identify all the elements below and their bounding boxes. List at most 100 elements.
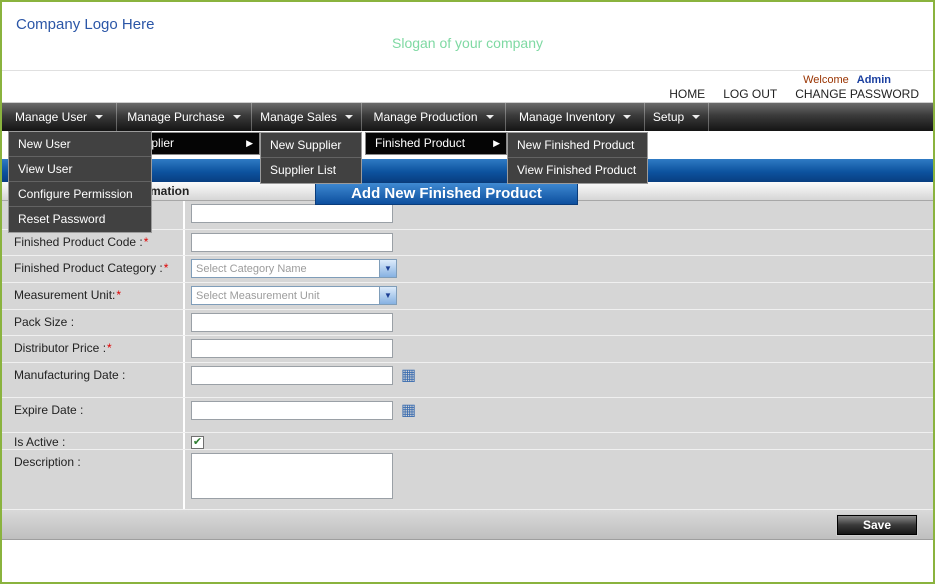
welcome-label: Welcome	[803, 74, 849, 86]
field-cell: ✔	[185, 433, 933, 449]
field-label-text: Distributor Price :	[14, 341, 106, 355]
page-container: Company Logo Here Slogan of your company…	[0, 0, 935, 584]
field-label-text: Expire Date :	[14, 403, 83, 417]
field-cell: ▦	[185, 363, 933, 397]
field-label: Finished Product Category :*	[2, 256, 185, 282]
select-value: Select Category Name	[196, 263, 307, 275]
field-label-text: Finished Product Category :	[14, 261, 163, 275]
field-label-text: Finished Product Code :	[14, 235, 143, 249]
form-row-description: Description :	[2, 450, 933, 510]
form-row-is-active: Is Active : ✔	[2, 433, 933, 450]
distributor-price-input[interactable]	[191, 339, 393, 358]
field-label-text: Pack Size :	[14, 315, 74, 329]
nav-manage-user[interactable]: Manage User	[2, 103, 117, 131]
finished-product-name-input[interactable]	[191, 204, 393, 223]
description-textarea[interactable]	[191, 453, 393, 499]
pack-size-input[interactable]	[191, 313, 393, 332]
menu-item-label: Finished Product	[375, 133, 465, 154]
field-cell: Select Category Name ▼	[185, 256, 933, 282]
change-password-link[interactable]: CHANGE PASSWORD	[795, 87, 919, 101]
menu-item-supplier-list[interactable]: Supplier List	[261, 158, 361, 183]
field-label: Is Active :	[2, 433, 185, 449]
nav-manage-purchase[interactable]: Manage Purchase	[117, 103, 252, 131]
menu-item-reset-password[interactable]: Reset Password	[9, 207, 151, 232]
field-label: Finished Product Code :*	[2, 230, 185, 255]
nav-label: Manage Inventory	[519, 110, 615, 124]
field-label-text: Is Active :	[14, 435, 65, 449]
field-label-text: Manufacturing Date :	[14, 368, 125, 382]
top-bar: Welcome Admin HOME LOG OUT CHANGE PASSWORD	[2, 70, 933, 102]
company-slogan: Slogan of your company	[2, 35, 933, 51]
field-label-text: Measurement Unit:	[14, 288, 115, 302]
form-row-distributor-price: Distributor Price :*	[2, 336, 933, 363]
menu-item-new-supplier[interactable]: New Supplier	[261, 133, 361, 158]
required-asterisk: *	[144, 235, 149, 249]
chevron-down-icon: ▼	[379, 287, 396, 304]
field-cell	[185, 450, 933, 509]
field-cell	[185, 336, 933, 362]
field-cell: Select Measurement Unit ▼	[185, 283, 933, 309]
chevron-down-icon	[486, 115, 494, 119]
log-out-link[interactable]: LOG OUT	[723, 87, 777, 101]
main-nav: Manage User Manage Purchase Manage Sales Ma…	[2, 102, 933, 131]
chevron-down-icon	[233, 115, 241, 119]
nav-label: Manage Sales	[260, 110, 337, 124]
nav-manage-inventory[interactable]: Manage Inventory	[506, 103, 645, 131]
menu-item-new-finished-product[interactable]: New Finished Product	[508, 133, 647, 158]
username: Admin	[857, 74, 891, 86]
manufacturing-date-input[interactable]	[191, 366, 393, 385]
calendar-icon[interactable]: ▦	[401, 368, 416, 384]
nav-label: Manage User	[15, 110, 87, 124]
top-links: HOME LOG OUT CHANGE PASSWORD	[651, 87, 919, 101]
field-label: Pack Size :	[2, 310, 185, 335]
chevron-down-icon	[623, 115, 631, 119]
submenu-arrow-icon: ▶	[246, 133, 253, 154]
field-label: Description :	[2, 450, 185, 509]
chevron-down-icon	[692, 115, 700, 119]
finished-product-category-select[interactable]: Select Category Name ▼	[191, 259, 397, 278]
form-row-finished-product-category: Finished Product Category :* Select Categ…	[2, 256, 933, 283]
field-cell	[185, 201, 933, 229]
form-actions-row: Save	[2, 510, 933, 540]
calendar-icon[interactable]: ▦	[401, 403, 416, 419]
chevron-down-icon: ▼	[379, 260, 396, 277]
nav-label: Manage Production	[373, 110, 477, 124]
menu-item-finished-product[interactable]: Finished Product ▶	[365, 132, 507, 155]
company-logo: Company Logo Here	[16, 16, 154, 33]
menu-item-view-user[interactable]: View User	[9, 157, 151, 182]
manage-user-menu: New UserView UserConfigure PermissionRes…	[8, 131, 152, 233]
nav-label: Manage Purchase	[127, 110, 224, 124]
page-title: Add New Finished Product	[315, 182, 578, 205]
menu-item-view-finished-product[interactable]: View Finished Product	[508, 158, 647, 183]
select-value: Select Measurement Unit	[196, 290, 320, 302]
form-row-manufacturing-date: Manufacturing Date : ▦	[2, 363, 933, 398]
finished-product-submenu: New Finished ProductView Finished Produc…	[507, 132, 648, 184]
menu-item-configure-permission[interactable]: Configure Permission	[9, 182, 151, 207]
is-active-checkbox[interactable]: ✔	[191, 436, 204, 449]
welcome-text: Welcome Admin	[803, 74, 891, 86]
menu-item-new-user[interactable]: New User	[9, 132, 151, 157]
home-link[interactable]: HOME	[669, 87, 705, 101]
required-asterisk: *	[116, 288, 121, 302]
form: Finished Product Name :*Finished Product…	[2, 201, 933, 540]
required-asterisk: *	[107, 341, 112, 355]
save-button[interactable]: Save	[837, 515, 917, 535]
form-row-finished-product-code: Finished Product Code :*	[2, 230, 933, 256]
nav-setup[interactable]: Setup	[645, 103, 709, 131]
field-label: Expire Date :	[2, 398, 185, 432]
field-label: Distributor Price :*	[2, 336, 185, 362]
submenu-arrow-icon: ▶	[493, 133, 500, 154]
field-cell: ▦	[185, 398, 933, 432]
finished-product-code-input[interactable]	[191, 233, 393, 252]
expire-date-input[interactable]	[191, 401, 393, 420]
field-label: Measurement Unit:*	[2, 283, 185, 309]
field-cell	[185, 310, 933, 335]
form-row-pack-size: Pack Size :	[2, 310, 933, 336]
form-row-expire-date: Expire Date : ▦	[2, 398, 933, 433]
field-label: Manufacturing Date :	[2, 363, 185, 397]
nav-manage-production[interactable]: Manage Production	[362, 103, 506, 131]
measurement-unit-select[interactable]: Select Measurement Unit ▼	[191, 286, 397, 305]
chevron-down-icon	[95, 115, 103, 119]
nav-manage-sales[interactable]: Manage Sales	[252, 103, 362, 131]
field-label-text: Description :	[14, 455, 81, 469]
